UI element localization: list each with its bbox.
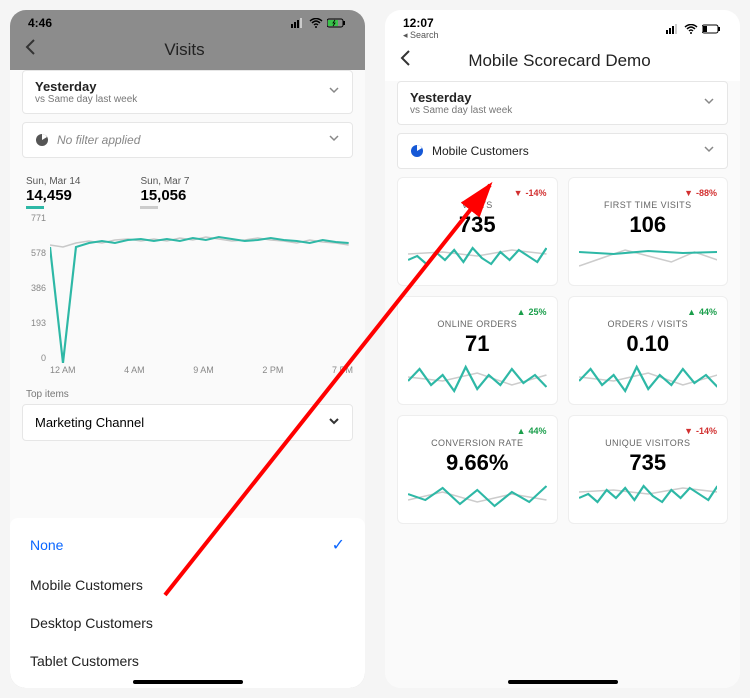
metric-value: 9.66%: [408, 450, 547, 476]
metric-label: VISITS: [408, 200, 547, 210]
series-b-swatch: [140, 206, 158, 209]
y-axis-labels: 771 578 386 193 0: [22, 213, 48, 363]
status-time: 12:07: [403, 16, 439, 30]
delta-badge: ▼ -88%: [579, 188, 718, 198]
battery-icon: [702, 24, 722, 34]
wifi-icon: [684, 24, 698, 34]
series-b-value: 15,056: [140, 187, 189, 204]
delta-badge: ▲ 25%: [408, 307, 547, 317]
top-items-label: Top items: [22, 381, 353, 404]
metric-card[interactable]: ▼ -14% UNIQUE VISITORS 735: [568, 415, 729, 524]
chevron-down-icon: [328, 131, 340, 149]
chevron-down-icon: [328, 83, 340, 101]
page-title: Visits: [38, 40, 331, 60]
sparkline: [408, 361, 547, 395]
chevron-down-icon: [703, 94, 715, 112]
trend-down-icon: ▼: [684, 426, 693, 436]
date-main: Yesterday: [410, 90, 512, 105]
date-main: Yesterday: [35, 79, 137, 94]
filter-option-mobile[interactable]: Mobile Customers: [10, 566, 365, 604]
battery-icon: [327, 18, 347, 28]
back-button[interactable]: [399, 49, 413, 73]
sparkline: [579, 242, 718, 276]
filter-label: No filter applied: [57, 133, 320, 147]
series-b-date: Sun, Mar 7: [140, 176, 189, 187]
series-a-date: Sun, Mar 14: [26, 176, 80, 187]
line-chart: [50, 213, 353, 363]
chevron-down-icon: [328, 415, 340, 430]
home-indicator: [508, 680, 618, 684]
status-time: 4:46: [28, 16, 52, 30]
status-bar: 12:07 ◂ Search: [385, 10, 740, 41]
trend-down-icon: ▼: [514, 188, 523, 198]
filter-selector[interactable]: No filter applied: [22, 122, 353, 158]
nav-bar: Mobile Scorecard Demo: [385, 41, 740, 81]
segment-icon: [410, 144, 424, 158]
sparkline: [579, 361, 718, 395]
metric-card[interactable]: ▼ -88% FIRST TIME VISITS 106: [568, 177, 729, 286]
filter-sheet: None ✓ Mobile Customers Desktop Customer…: [10, 518, 365, 688]
sparkline: [408, 480, 547, 514]
signal-icon: [666, 24, 680, 34]
trend-up-icon: ▲: [687, 307, 696, 317]
chart-area: 771 578 386 193 0: [22, 213, 353, 363]
metric-label: CONVERSION RATE: [408, 438, 547, 448]
x-axis-labels: 12 AM 4 AM 9 AM 2 PM 7 PM: [22, 363, 353, 381]
status-bar: 4:46: [10, 10, 365, 30]
delta-badge: ▼ -14%: [408, 188, 547, 198]
chevron-down-icon: [703, 142, 715, 160]
home-indicator: [133, 680, 243, 684]
delta-badge: ▲ 44%: [579, 307, 718, 317]
status-icons: [666, 24, 722, 34]
metric-value: 0.10: [579, 331, 718, 357]
metric-label: UNIQUE VISITORS: [579, 438, 718, 448]
metric-value: 735: [579, 450, 718, 476]
filter-option-tablet[interactable]: Tablet Customers: [10, 642, 365, 680]
dropdown-value: Marketing Channel: [35, 415, 144, 430]
wifi-icon: [309, 18, 323, 28]
metric-value: 71: [408, 331, 547, 357]
signal-icon: [291, 18, 305, 28]
metric-label: ONLINE ORDERS: [408, 319, 547, 329]
top-items-dropdown[interactable]: Marketing Channel: [22, 404, 353, 441]
filter-option-desktop[interactable]: Desktop Customers: [10, 604, 365, 642]
metric-card[interactable]: ▲ 25% ONLINE ORDERS 71: [397, 296, 558, 405]
date-selector[interactable]: Yesterday vs Same day last week: [22, 70, 353, 114]
filter-selector[interactable]: Mobile Customers: [397, 133, 728, 169]
metric-card[interactable]: ▼ -14% VISITS 735: [397, 177, 558, 286]
trend-down-icon: ▼: [684, 188, 693, 198]
metric-value: 106: [579, 212, 718, 238]
delta-badge: ▼ -14%: [579, 426, 718, 436]
trend-up-icon: ▲: [517, 426, 526, 436]
series-a-swatch: [26, 206, 44, 209]
sparkline: [408, 242, 547, 276]
status-breadcrumb[interactable]: ◂ Search: [403, 30, 439, 41]
date-sub: vs Same day last week: [410, 105, 512, 116]
metrics-grid: ▼ -14% VISITS 735 ▼ -88% FIRST TIME VISITS 10…: [397, 177, 728, 524]
metric-value: 735: [408, 212, 547, 238]
delta-badge: ▲ 44%: [408, 426, 547, 436]
date-selector[interactable]: Yesterday vs Same day last week: [397, 81, 728, 125]
trend-up-icon: ▲: [517, 307, 526, 317]
metric-label: FIRST TIME VISITS: [579, 200, 718, 210]
chart-header: Sun, Mar 14 14,459 Sun, Mar 7 15,056: [22, 166, 353, 213]
metric-label: ORDERS / VISITS: [579, 319, 718, 329]
metric-card[interactable]: ▲ 44% CONVERSION RATE 9.66%: [397, 415, 558, 524]
date-sub: vs Same day last week: [35, 94, 137, 105]
phone-left: 4:46 Visits Yesterday vs Same day last w…: [10, 10, 365, 688]
filter-label: Mobile Customers: [432, 144, 695, 158]
segment-icon: [35, 133, 49, 147]
filter-option-none[interactable]: None ✓: [10, 524, 365, 566]
series-a-value: 14,459: [26, 187, 80, 204]
phone-right: 12:07 ◂ Search Mobile Scorecard Demo Yes…: [385, 10, 740, 688]
nav-bar: Visits: [10, 30, 365, 70]
page-title: Mobile Scorecard Demo: [413, 51, 706, 71]
back-button[interactable]: [24, 38, 38, 62]
sparkline: [579, 480, 718, 514]
body-right: Yesterday vs Same day last week Mobile C…: [385, 81, 740, 688]
check-icon: ✓: [332, 535, 345, 555]
metric-card[interactable]: ▲ 44% ORDERS / VISITS 0.10: [568, 296, 729, 405]
status-icons: [291, 18, 347, 28]
